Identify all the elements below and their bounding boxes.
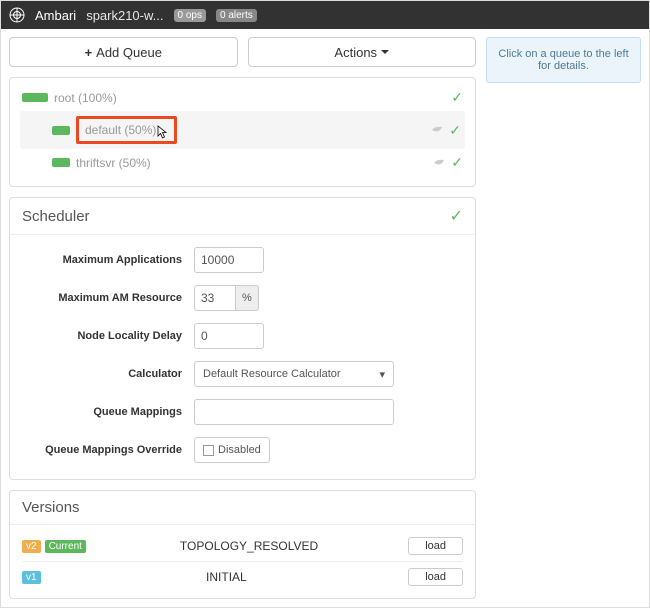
main-content: + Add Queue Actions root (100%) ✓ d (1, 29, 649, 607)
scheduler-panel: Scheduler ✓ Maximum Applications Maximum… (9, 197, 476, 480)
versions-body: v2 Current TOPOLOGY_RESOLVED load v1 INI… (10, 525, 475, 598)
node-locality-label: Node Locality Delay (24, 330, 194, 342)
v2-tag: v2 (22, 540, 41, 553)
actions-label: Actions (334, 45, 377, 60)
caret-down-icon (381, 50, 389, 54)
checkbox-icon (203, 445, 214, 456)
ops-badge[interactable]: 0 ops (174, 9, 206, 22)
queue-row-root[interactable]: root (100%) ✓ (20, 84, 465, 111)
queue-label: default (50%) (85, 123, 156, 137)
scheduler-header: Scheduler ✓ (10, 198, 475, 235)
max-am-row: Maximum AM Resource % (24, 285, 461, 311)
max-am-label: Maximum AM Resource (24, 292, 194, 304)
version-name: INITIAL (45, 570, 409, 584)
queue-mappings-label: Queue Mappings (24, 406, 194, 418)
current-tag: Current (45, 540, 86, 553)
queue-row-thriftsvr[interactable]: thriftsvr (50%) ✓ (20, 149, 465, 176)
version-name: TOPOLOGY_RESOLVED (90, 539, 408, 553)
divider (22, 561, 463, 562)
queue-label: thriftsvr (50%) (76, 156, 151, 170)
plus-icon: + (85, 45, 93, 60)
max-apps-label: Maximum Applications (24, 254, 194, 266)
actions-dropdown[interactable]: Actions (248, 37, 477, 67)
navbar: Ambari spark210-w... 0 ops 0 alerts (1, 1, 649, 29)
toolbar: + Add Queue Actions (9, 37, 476, 67)
add-queue-label: Add Queue (96, 45, 162, 60)
leaf-icon (433, 159, 445, 167)
info-message: Click on a queue to the left for details… (486, 37, 641, 83)
load-button[interactable]: load (408, 568, 463, 586)
check-icon: ✓ (451, 89, 463, 106)
max-am-input[interactable] (194, 285, 236, 311)
max-apps-input[interactable] (194, 247, 264, 273)
alerts-badge[interactable]: 0 alerts (216, 9, 257, 22)
override-checkbox[interactable]: Disabled (194, 437, 270, 463)
add-queue-button[interactable]: + Add Queue (9, 37, 238, 67)
override-label: Queue Mappings Override (24, 444, 194, 456)
highlight-box: default (50%) (76, 116, 177, 144)
node-locality-row: Node Locality Delay (24, 323, 461, 349)
leaf-icon (431, 126, 443, 134)
override-text: Disabled (218, 444, 261, 456)
info-text: Click on a queue to the left for details… (498, 48, 628, 72)
calculator-row: Calculator Default Resource Calculator ▾ (24, 361, 461, 387)
version-row-v1: v1 INITIAL load (22, 564, 463, 590)
capacity-bar (22, 93, 48, 102)
left-column: + Add Queue Actions root (100%) ✓ d (9, 37, 476, 599)
version-row-v2: v2 Current TOPOLOGY_RESOLVED load (22, 533, 463, 559)
capacity-bar (52, 158, 70, 167)
load-button[interactable]: load (408, 537, 463, 555)
ambari-logo-icon (9, 7, 25, 23)
cluster-name[interactable]: spark210-w... (86, 8, 163, 23)
check-icon: ✓ (451, 154, 463, 171)
calculator-value: Default Resource Calculator (203, 368, 341, 380)
select-caret-icon: ▾ (379, 368, 385, 381)
calculator-select[interactable]: Default Resource Calculator ▾ (194, 361, 394, 387)
queue-mappings-input[interactable] (194, 399, 394, 425)
v1-tag: v1 (22, 571, 41, 584)
override-row: Queue Mappings Override Disabled (24, 437, 461, 463)
versions-panel: Versions v2 Current TOPOLOGY_RESOLVED lo… (9, 490, 476, 599)
check-icon: ✓ (450, 206, 463, 226)
brand-label[interactable]: Ambari (35, 8, 76, 23)
scheduler-form: Maximum Applications Maximum AM Resource… (10, 235, 475, 479)
calculator-label: Calculator (24, 368, 194, 380)
capacity-bar (52, 126, 70, 135)
versions-header: Versions (10, 491, 475, 525)
check-icon: ✓ (449, 122, 461, 139)
node-locality-input[interactable] (194, 323, 264, 349)
percent-addon: % (236, 285, 259, 311)
app-window: Ambari spark210-w... 0 ops 0 alerts + Ad… (0, 0, 650, 608)
queue-tree-panel: root (100%) ✓ default (50%) ✓ thriftsvr … (9, 77, 476, 187)
queue-mappings-row: Queue Mappings (24, 399, 461, 425)
cursor-icon (157, 125, 169, 141)
versions-title: Versions (22, 499, 80, 516)
max-apps-row: Maximum Applications (24, 247, 461, 273)
queue-row-default[interactable]: default (50%) ✓ (20, 111, 465, 149)
scheduler-title: Scheduler (22, 208, 90, 225)
queue-label: root (100%) (54, 91, 117, 105)
